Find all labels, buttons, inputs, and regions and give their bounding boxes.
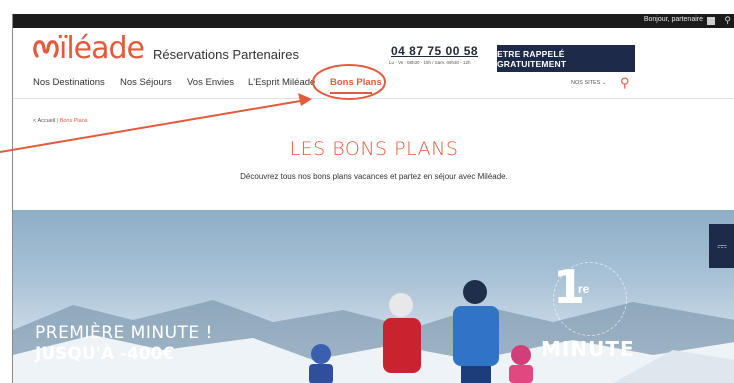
logo[interactable]: ïléade [59, 32, 145, 66]
breadcrumb-current: Bons Plans [59, 118, 88, 124]
nav-item-destinations[interactable]: Nos Destinations [33, 77, 105, 88]
active-underline [330, 92, 372, 94]
user-add-icon[interactable]: ⚲ [620, 75, 630, 91]
hero-line-1: PREMIÈRE MINUTE ! [35, 323, 213, 343]
nav-sites-dropdown[interactable]: NOS SITES ⌄ [571, 80, 606, 86]
site-header: ïléade Réservations Partenaires 04 87 75… [13, 28, 734, 74]
user-greeting[interactable]: Bonjour, partenaire [644, 16, 703, 23]
top-bar: Bonjour, partenaire ⚲ [13, 14, 734, 28]
nav-item-bons-plans[interactable]: Bons Plans [330, 77, 382, 88]
hero-banner[interactable]: PREMIÈRE MINUTE ! JUSQU'À -400€ 1 re MIN… [13, 210, 734, 383]
phone-hours: Lu - Ve : 08h30 - 19h / Sam. 09h30 - 12h [389, 60, 471, 65]
hero-line-2: JUSQU'À -400€ [35, 344, 175, 364]
page-title: LES BONS PLANS [289, 138, 459, 160]
nav-sites-label: NOS SITES [571, 80, 601, 86]
badge-word: MINUTE [541, 337, 635, 361]
breadcrumb-home[interactable]: Accueil [37, 118, 55, 124]
phone-tablet-icon: ⎓ [717, 238, 727, 253]
breadcrumb: < Accueil | Bons Plans [33, 118, 88, 124]
browser-page: Bonjour, partenaire ⚲ ïléade Réservation… [12, 14, 734, 383]
nav-item-sejours[interactable]: Nos Séjours [120, 77, 172, 88]
skier-group-image [309, 280, 533, 383]
nav-item-envies[interactable]: Vos Envies [187, 77, 234, 88]
tagline: Réservations Partenaires [153, 47, 299, 62]
callback-button[interactable]: ETRE RAPPELÉ GRATUITEMENT [497, 45, 635, 72]
side-contact-tab[interactable]: ⎓ [709, 224, 734, 268]
search-icon[interactable]: ⚲ [724, 15, 731, 26]
phone-number[interactable]: 04 87 75 00 58 [391, 44, 478, 58]
breadcrumb-separator: | [56, 118, 59, 124]
main-nav: Nos Destinations Nos Séjours Vos Envies … [13, 74, 734, 99]
logo-mark-icon [33, 40, 59, 58]
page-subtitle: Découvrez tous nos bons plans vacances e… [240, 172, 508, 181]
user-icon[interactable] [707, 17, 715, 25]
chevron-left-icon: < [33, 118, 37, 124]
badge-superscript: re [578, 282, 590, 296]
nav-item-esprit[interactable]: L'Esprit Miléade [248, 77, 315, 88]
chevron-down-icon: ⌄ [601, 80, 607, 86]
